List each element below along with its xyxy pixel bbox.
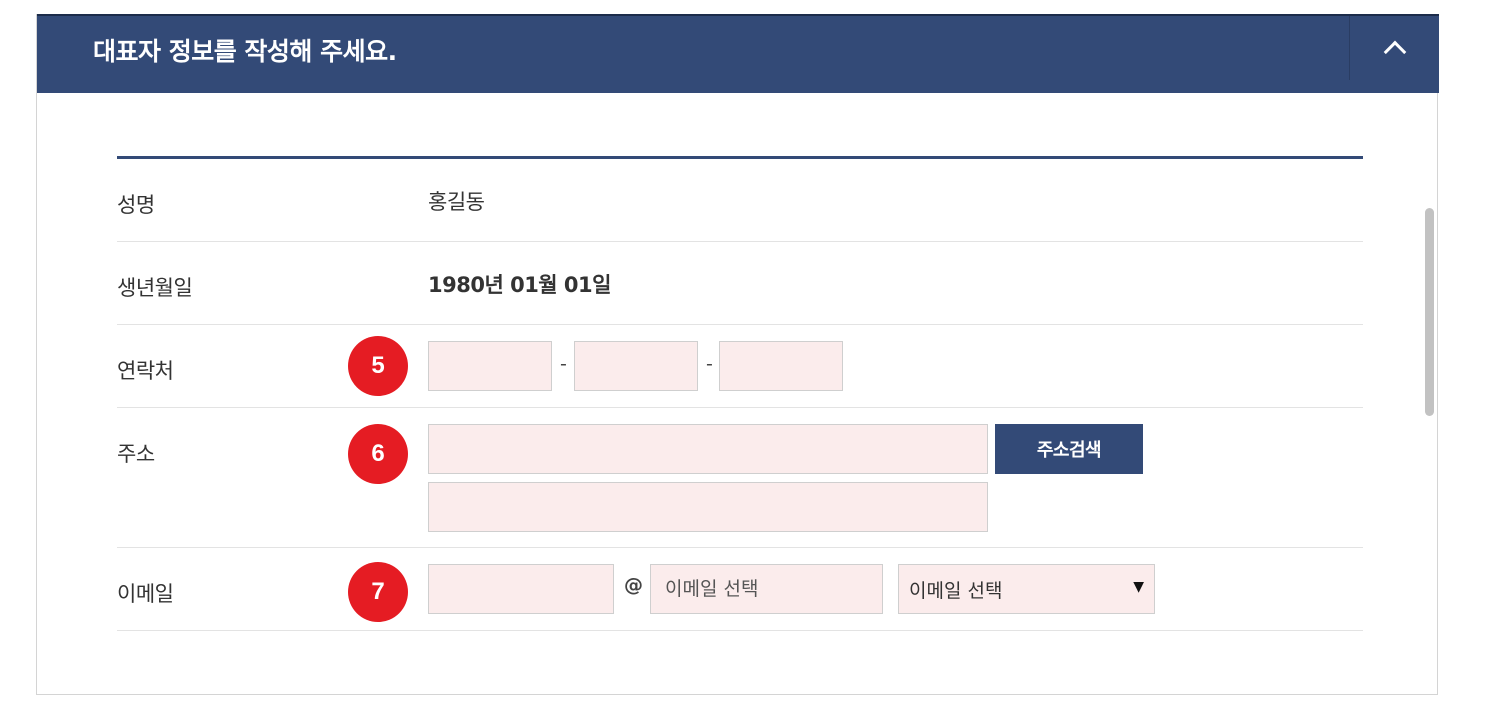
representative-info-panel: 대표자 정보를 작성해 주세요. 성명 홍길동 생년월일 1980년 01월 0… bbox=[36, 14, 1439, 695]
email-domain-select[interactable]: 이메일 선택 ▼ bbox=[898, 564, 1155, 614]
name-value: 홍길동 bbox=[428, 190, 485, 214]
phone-field-2[interactable] bbox=[574, 341, 698, 391]
phone-field-3[interactable] bbox=[719, 341, 843, 391]
name-row: 성명 홍길동 bbox=[117, 159, 1363, 242]
address-line1-input[interactable] bbox=[428, 424, 988, 474]
email-label: 이메일 bbox=[117, 582, 174, 606]
phone-separator-1: - bbox=[560, 353, 567, 375]
address-label: 주소 bbox=[117, 442, 155, 466]
email-at-sign: @ bbox=[624, 574, 643, 596]
email-local-input[interactable] bbox=[428, 564, 614, 614]
header-divider bbox=[1349, 16, 1350, 80]
chevron-up-icon bbox=[1383, 40, 1407, 64]
step-badge-7: 7 bbox=[348, 562, 408, 622]
name-label: 성명 bbox=[117, 193, 155, 217]
email-row: 이메일 7 @ 이메일 선택 ▼ bbox=[117, 548, 1363, 631]
birthdate-value: 1980년 01월 01일 bbox=[428, 273, 611, 297]
email-domain-input[interactable] bbox=[650, 564, 883, 614]
phone-row: 연락처 5 - - bbox=[117, 325, 1363, 408]
dropdown-arrow-icon: ▼ bbox=[1133, 579, 1144, 595]
birthdate-label: 생년월일 bbox=[117, 276, 193, 300]
birthdate-row: 생년월일 1980년 01월 01일 bbox=[117, 242, 1363, 325]
panel-header: 대표자 정보를 작성해 주세요. bbox=[37, 14, 1439, 93]
address-search-button[interactable]: 주소검색 bbox=[995, 424, 1143, 474]
scrollbar-thumb[interactable] bbox=[1425, 208, 1434, 416]
phone-field-1[interactable] bbox=[428, 341, 552, 391]
step-badge-6: 6 bbox=[348, 424, 408, 484]
collapse-button[interactable] bbox=[1351, 16, 1439, 80]
phone-label: 연락처 bbox=[117, 359, 174, 383]
email-domain-select-value: 이메일 선택 bbox=[909, 579, 1003, 602]
panel-title: 대표자 정보를 작성해 주세요. bbox=[93, 37, 397, 66]
phone-separator-2: - bbox=[706, 353, 713, 375]
step-badge-5: 5 bbox=[348, 336, 408, 396]
address-row: 주소 6 주소검색 bbox=[117, 408, 1363, 548]
address-line2-input[interactable] bbox=[428, 482, 988, 532]
